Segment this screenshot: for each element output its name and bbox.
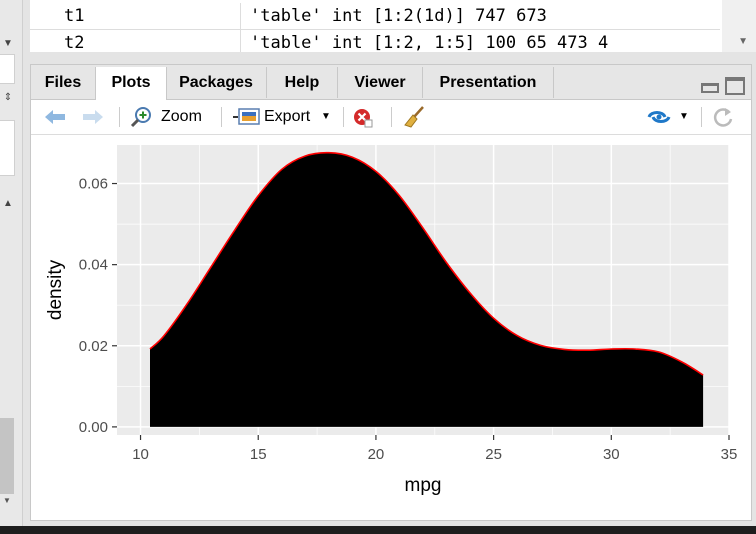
scroll-down-icon[interactable]: ▼ (738, 36, 748, 47)
variable-value: 'table' int [1:2, 1:5] 100 65 473 4 (250, 33, 609, 52)
x-tick-label: 15 (250, 446, 267, 463)
x-tick-label: 35 (721, 446, 738, 463)
toolbar-divider (343, 107, 344, 127)
environment-scrollbar[interactable]: ▼ (722, 0, 756, 52)
left-pane-box (0, 120, 15, 176)
toolbar-divider (391, 107, 392, 127)
variable-name: t1 (64, 6, 85, 26)
scroll-down-icon[interactable]: ▼ (0, 496, 14, 506)
export-button[interactable]: Export (264, 100, 310, 134)
chevron-up-icon[interactable]: ▲ (0, 196, 16, 212)
remove-plot-icon[interactable] (353, 108, 373, 128)
plots-toolbar: Zoom Export ▼ ▼ (31, 100, 751, 135)
left-pane-strip: ▼ ⇕ ▲ ▼ (0, 0, 23, 534)
variable-name: t2 (64, 33, 85, 52)
tab-plots[interactable]: Plots (95, 67, 167, 100)
sync-icon[interactable] (645, 108, 673, 126)
toolbar-divider (119, 107, 120, 127)
chevron-down-icon[interactable]: ▼ (679, 100, 689, 134)
y-axis-label: density (45, 259, 66, 320)
x-axis-label: mpg (405, 475, 442, 496)
refresh-icon[interactable] (711, 106, 735, 128)
y-tick-label: 0.06 (79, 176, 108, 193)
status-strip (0, 526, 756, 534)
toolbar-divider (701, 107, 702, 127)
y-tick-label: 0.00 (79, 419, 108, 436)
zoom-icon[interactable] (129, 106, 153, 128)
column-divider (240, 30, 241, 52)
tab-viewer[interactable]: Viewer (338, 67, 423, 98)
y-tick-label: 0.02 (79, 338, 108, 355)
plot-viewer: 10 15 20 25 30 35 0.00 0.02 0.04 0.06 mpg density (31, 135, 751, 520)
x-tick-label: 20 (368, 446, 385, 463)
pane-tab-bar: Files Plots Packages Help Viewer Present… (31, 65, 751, 100)
x-tick-label: 25 (485, 446, 502, 463)
left-scrollbar-thumb[interactable] (0, 418, 14, 494)
left-pane-field (0, 54, 15, 84)
zoom-button[interactable]: Zoom (161, 100, 202, 134)
column-divider (240, 3, 241, 29)
broom-icon[interactable] (403, 105, 427, 129)
back-arrow-icon[interactable] (43, 109, 67, 125)
density-plot: 10 15 20 25 30 35 0.00 0.02 0.04 0.06 mpg density (45, 145, 738, 496)
toolbar-divider (221, 107, 222, 127)
tab-presentation[interactable]: Presentation (423, 67, 554, 98)
y-tick-label: 0.04 (79, 257, 108, 274)
environment-table: t1 'table' int [1:2(1d)] 747 673 t2 'tab… (30, 0, 756, 52)
maximize-icon[interactable] (725, 77, 745, 95)
table-row[interactable]: t1 'table' int [1:2(1d)] 747 673 (30, 3, 720, 30)
export-icon[interactable] (233, 107, 261, 127)
minimize-icon[interactable] (701, 83, 719, 93)
x-tick-label: 30 (603, 446, 620, 463)
spinner-icon[interactable]: ⇕ (0, 90, 16, 106)
plots-pane: Files Plots Packages Help Viewer Present… (30, 64, 752, 521)
tab-packages[interactable]: Packages (166, 67, 267, 98)
tab-help[interactable]: Help (267, 67, 338, 98)
table-row[interactable]: t2 'table' int [1:2, 1:5] 100 65 473 4 (30, 30, 720, 52)
forward-arrow-icon[interactable] (81, 109, 105, 125)
chevron-down-icon[interactable]: ▼ (0, 36, 16, 52)
tab-files[interactable]: Files (31, 67, 96, 98)
x-tick-label: 10 (132, 446, 149, 463)
chevron-down-icon[interactable]: ▼ (321, 100, 331, 134)
variable-value: 'table' int [1:2(1d)] 747 673 (250, 6, 547, 26)
